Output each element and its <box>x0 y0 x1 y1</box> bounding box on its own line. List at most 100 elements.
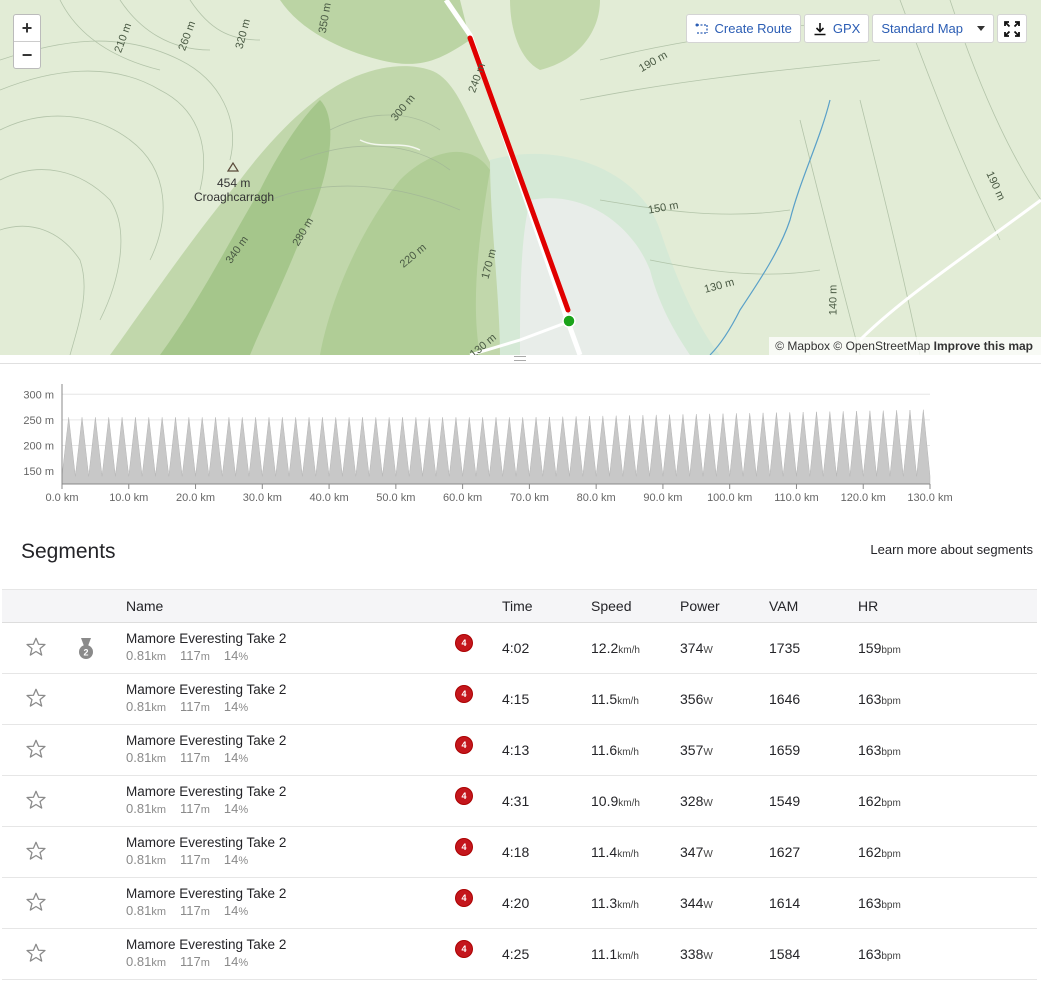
table-row[interactable]: Mamore Everesting Take 2 0.81km 117m 14%… <box>2 827 1037 878</box>
x-tick-label: 110.0 km <box>774 492 818 504</box>
star-icon[interactable] <box>25 789 47 811</box>
star-icon[interactable] <box>25 942 47 964</box>
segment-distance: 0.81km <box>126 903 166 918</box>
osm-link[interactable]: © OpenStreetMap <box>833 339 930 353</box>
x-tick-label: 20.0 km <box>176 492 215 504</box>
x-tick-label: 10.0 km <box>109 492 148 504</box>
segment-map[interactable]: 210 m 260 m 320 m 350 m 300 m 240 m 190 … <box>0 0 1041 355</box>
star-icon[interactable] <box>25 738 47 760</box>
col-vam[interactable]: VAM <box>769 590 858 623</box>
x-tick-label: 60.0 km <box>443 492 482 504</box>
col-power[interactable]: Power <box>680 590 769 623</box>
medal-icon: 2 <box>78 637 94 660</box>
climb-category-badge: 4 <box>456 839 472 855</box>
segment-name-link[interactable]: Mamore Everesting Take 2 <box>126 936 456 953</box>
table-row[interactable]: Mamore Everesting Take 2 0.81km 117m 14%… <box>2 878 1037 929</box>
segment-vam: 1659 <box>769 742 801 758</box>
download-icon <box>814 22 826 35</box>
segment-name-link[interactable]: Mamore Everesting Take 2 <box>126 783 456 800</box>
segment-stats: 0.81km 117m 14% <box>126 647 456 666</box>
start-marker <box>562 314 576 328</box>
segment-distance: 0.81km <box>126 750 166 765</box>
chevron-down-icon <box>977 26 985 31</box>
segment-distance: 0.81km <box>126 954 166 969</box>
x-tick-label: 70.0 km <box>510 492 549 504</box>
medal-rank: 2 <box>83 647 88 657</box>
table-row[interactable]: 2 Mamore Everesting Take 2 0.81km 117m 1… <box>2 623 1037 674</box>
mapbox-link[interactable]: © Mapbox <box>775 339 830 353</box>
segment-speed: 10.9km/h <box>591 793 640 809</box>
fullscreen-button[interactable] <box>997 14 1027 43</box>
segment-elevation: 117m <box>179 852 210 867</box>
segment-stats: 0.81km 117m 14% <box>126 749 456 768</box>
segment-vam: 1614 <box>769 895 801 911</box>
create-route-button[interactable]: Create Route <box>685 14 801 43</box>
segments-table: Name Time Speed Power VAM HR 2 Mamore Ev… <box>2 589 1037 980</box>
table-row[interactable]: Mamore Everesting Take 2 0.81km 117m 14%… <box>2 725 1037 776</box>
y-tick-label: 150 m <box>23 466 54 478</box>
segment-name-link[interactable]: Mamore Everesting Take 2 <box>126 681 456 698</box>
learn-more-link[interactable]: Learn more about segments <box>870 542 1033 557</box>
star-icon[interactable] <box>25 636 47 658</box>
segment-elevation: 117m <box>179 750 210 765</box>
elevation-chart[interactable]: 300 m 250 m 200 m 150 m 0.0 km 10.0 km 20.0 k… <box>0 378 1041 508</box>
segment-power: 347W <box>680 844 713 860</box>
peak-height: 454 m <box>217 176 251 190</box>
segment-distance: 0.81km <box>126 648 166 663</box>
segment-vam: 1627 <box>769 844 801 860</box>
segment-speed: 11.3km/h <box>591 895 639 911</box>
star-icon[interactable] <box>25 891 47 913</box>
elevation-profile <box>61 409 931 485</box>
segment-power: 374W <box>680 640 713 656</box>
segment-time: 4:18 <box>502 844 530 860</box>
zoom-out-button[interactable]: − <box>14 42 40 69</box>
segment-speed: 11.5km/h <box>591 691 639 707</box>
col-name[interactable]: Name <box>126 590 456 623</box>
table-row[interactable]: Mamore Everesting Take 2 0.81km 117m 14%… <box>2 776 1037 827</box>
segment-speed: 11.6km/h <box>591 742 639 758</box>
x-tick-label: 90.0 km <box>643 492 682 504</box>
segment-time: 4:13 <box>502 742 530 758</box>
segment-time: 4:31 <box>502 793 530 809</box>
star-icon[interactable] <box>25 687 47 709</box>
gpx-button[interactable]: GPX <box>803 14 870 43</box>
segment-name-link[interactable]: Mamore Everesting Take 2 <box>126 732 456 749</box>
contour-label: 140 m <box>827 284 840 316</box>
segment-name-link[interactable]: Mamore Everesting Take 2 <box>126 834 456 851</box>
segment-stats: 0.81km 117m 14% <box>126 851 456 870</box>
y-tick-label: 200 m <box>23 441 54 453</box>
segment-grade: 14% <box>223 699 249 714</box>
climb-category-badge: 4 <box>456 737 472 753</box>
segment-distance: 0.81km <box>126 801 166 816</box>
segment-grade: 14% <box>223 954 249 969</box>
x-tick-label: 50.0 km <box>376 492 415 504</box>
star-icon[interactable] <box>25 840 47 862</box>
segment-name-link[interactable]: Mamore Everesting Take 2 <box>126 630 456 647</box>
col-speed[interactable]: Speed <box>591 590 680 623</box>
segment-name-link[interactable]: Mamore Everesting Take 2 <box>126 885 456 902</box>
table-row[interactable]: Mamore Everesting Take 2 0.81km 117m 14%… <box>2 674 1037 725</box>
segments-title: Segments <box>21 540 116 563</box>
segment-elevation: 117m <box>179 801 210 816</box>
x-tick-label: 40.0 km <box>310 492 349 504</box>
segment-grade: 14% <box>223 750 249 765</box>
segment-hr: 163bpm <box>858 742 901 758</box>
col-hr[interactable]: HR <box>858 590 1037 623</box>
segment-distance: 0.81km <box>126 852 166 867</box>
peak-name: Croaghcarragh <box>194 190 275 204</box>
x-tick-label: 30.0 km <box>243 492 282 504</box>
segment-power: 344W <box>680 895 713 911</box>
segment-time: 4:02 <box>502 640 530 656</box>
segment-time: 4:15 <box>502 691 530 707</box>
resize-handle[interactable] <box>0 354 1041 364</box>
segment-hr: 163bpm <box>858 691 901 707</box>
segment-power: 338W <box>680 946 713 962</box>
segment-speed: 11.1km/h <box>591 946 639 962</box>
col-time[interactable]: Time <box>502 590 591 623</box>
y-tick-label: 300 m <box>23 389 54 401</box>
zoom-in-button[interactable]: + <box>14 15 40 42</box>
map-type-dropdown[interactable]: Standard Map <box>872 14 994 43</box>
segment-hr: 163bpm <box>858 946 901 962</box>
table-row[interactable]: Mamore Everesting Take 2 0.81km 117m 14%… <box>2 929 1037 980</box>
improve-map-link[interactable]: Improve this map <box>934 339 1033 353</box>
